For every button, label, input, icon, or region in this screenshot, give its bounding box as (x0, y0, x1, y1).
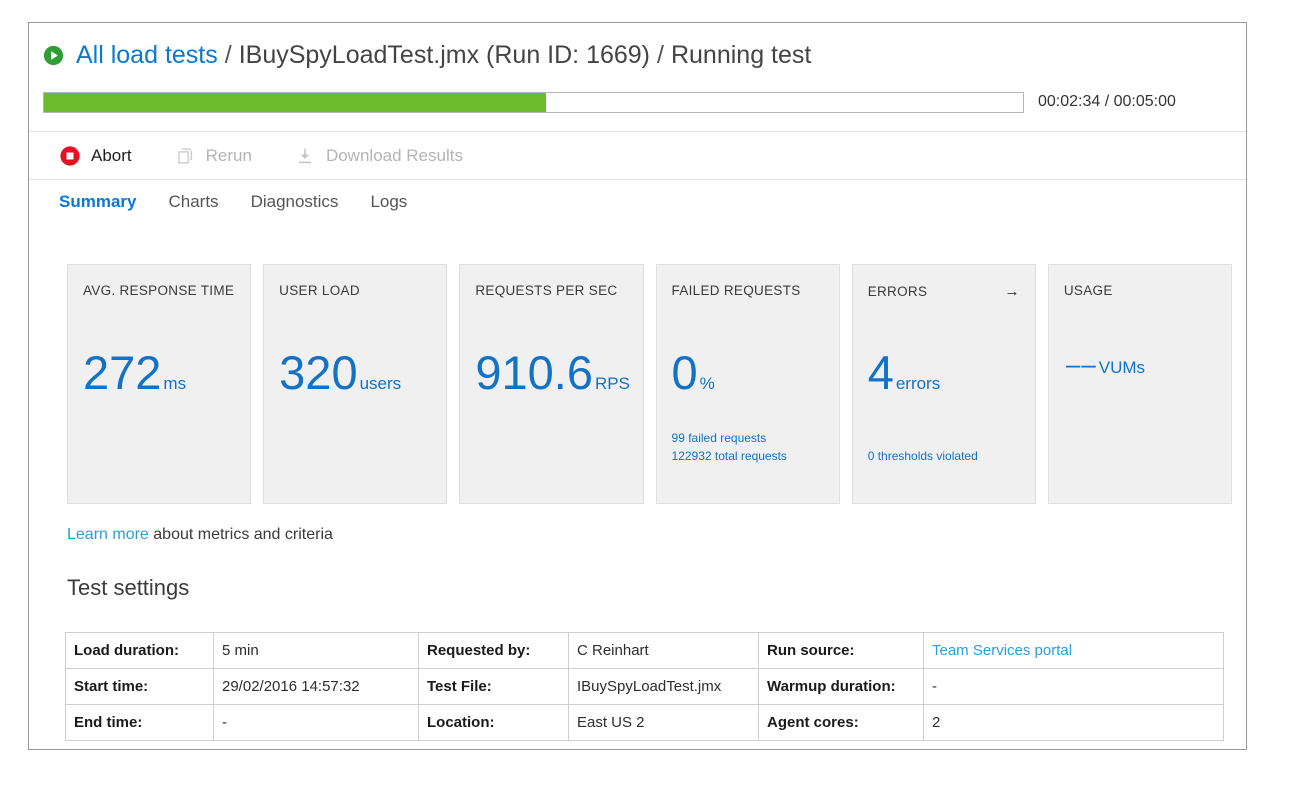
row-label-requested-by: Requested by: (418, 632, 569, 669)
row-label-start-time: Start time: (65, 668, 214, 705)
row-label-run-source: Run source: (758, 632, 924, 669)
metric-value: 0 (671, 346, 698, 399)
metric-unit: VUMs (1098, 358, 1146, 377)
abort-button[interactable]: Abort (59, 145, 132, 167)
metric-card-header: AVG. RESPONSE TIME (83, 283, 235, 298)
metric-card-value-row: 272 ms (83, 349, 186, 396)
breadcrumb-separator-2: / (657, 41, 664, 69)
row-value-load-duration: 5 min (213, 632, 419, 669)
metric-unit: users (359, 374, 402, 393)
row-value-requested-by: C Reinhart (568, 632, 759, 669)
metric-unit: ms (163, 374, 187, 393)
breadcrumb-all-load-tests-link[interactable]: All load tests (76, 41, 218, 70)
metric-card-subtext: 0 thresholds violated (868, 448, 978, 465)
breadcrumb-separator-1: / (224, 41, 232, 69)
download-icon (298, 148, 311, 163)
metric-card-title: REQUESTS PER SEC (475, 283, 618, 298)
total-requests-count: 122932 total requests (671, 448, 787, 463)
metric-card-usage: USAGE –– VUMs (1047, 264, 1233, 504)
rerun-button[interactable]: Rerun (174, 145, 252, 167)
table-row: Load duration: 5 min Requested by: C Rei… (65, 632, 1224, 669)
row-value-warmup-duration: - (923, 668, 1224, 705)
metric-card-title: USER LOAD (279, 283, 360, 298)
progress-row: 00:02:34 / 00:05:00 (43, 89, 1233, 115)
rerun-button-label: Rerun (205, 145, 252, 165)
row-label-test-file: Test File: (418, 668, 569, 705)
metric-card-requests-per-sec: REQUESTS PER SEC 910.6 RPS (459, 264, 644, 504)
metric-card-title: AVG. RESPONSE TIME (83, 283, 235, 298)
metric-card-subtext: 99 failed requests 122932 total requests (672, 430, 787, 465)
row-value-run-source: Team Services portal (923, 632, 1224, 669)
breadcrumb-run-status: Running test (670, 41, 812, 69)
play-circle-icon (43, 45, 64, 66)
copy-icon (178, 147, 192, 164)
metric-card-header: USER LOAD (279, 283, 431, 298)
row-value-start-time: 29/02/2016 14:57:32 (213, 668, 419, 705)
metric-card-user-load: USER LOAD 320 users (263, 264, 448, 504)
download-results-button-label: Download Results (325, 145, 463, 165)
test-settings-heading: Test settings (67, 575, 190, 600)
metric-card-header: FAILED REQUESTS (672, 283, 824, 298)
metric-value: 4 (867, 346, 894, 399)
learn-more-row: Learn more about metrics and criteria (67, 526, 333, 544)
metric-value: 272 (83, 346, 162, 399)
load-test-run-panel: All load tests / IBuySpyLoadTest.jmx (Ru… (28, 22, 1247, 750)
row-label-load-duration: Load duration: (65, 632, 214, 669)
table-row: Start time: 29/02/2016 14:57:32 Test Fil… (65, 668, 1224, 705)
row-value-agent-cores: 2 (923, 704, 1224, 741)
metric-unit: % (699, 374, 715, 393)
metric-unit: errors (895, 374, 941, 393)
learn-more-text: about metrics and criteria (148, 526, 333, 543)
metric-card-value-row: –– VUMs (1064, 349, 1145, 380)
breadcrumb-test-name: IBuySpyLoadTest.jmx (Run ID: 1669) (238, 41, 651, 69)
metric-card-avg-response-time: AVG. RESPONSE TIME 272 ms (67, 264, 252, 504)
tab-diagnostics[interactable]: Diagnostics (251, 192, 339, 212)
elapsed-time-label: 00:02:34 / 00:05:00 (1038, 93, 1176, 110)
metric-card-header: USAGE (1064, 283, 1216, 298)
metric-card-errors: ERRORS → 4 errors 0 thresholds violated (851, 264, 1036, 504)
metric-card-value-row: 320 users (279, 349, 401, 396)
progress-bar-fill (44, 92, 547, 112)
breadcrumb: All load tests / IBuySpyLoadTest.jmx (Ru… (43, 41, 811, 70)
run-source-link[interactable]: Team Services portal (932, 642, 1072, 659)
row-label-end-time: End time: (65, 704, 214, 741)
thresholds-violated-count: 0 thresholds violated (867, 448, 978, 463)
test-settings-table: Load duration: 5 min Requested by: C Rei… (65, 632, 1224, 741)
download-results-button[interactable]: Download Results (294, 145, 463, 167)
metric-unit: RPS (594, 374, 630, 393)
failed-requests-count: 99 failed requests (671, 431, 767, 446)
tab-logs[interactable]: Logs (370, 192, 407, 212)
metric-card-title: FAILED REQUESTS (671, 283, 801, 298)
row-label-location: Location: (418, 704, 569, 741)
command-toolbar: Abort Rerun Download Results (29, 131, 1246, 179)
stop-circle-icon (60, 145, 80, 166)
metric-cards: AVG. RESPONSE TIME 272 ms USER LOAD 320 … (67, 264, 1233, 504)
metric-card-value-row: 4 errors (868, 349, 941, 396)
metric-card-header: ERRORS → (868, 283, 1020, 300)
arrow-right-icon[interactable]: → (1005, 283, 1020, 300)
tab-summary[interactable]: Summary (59, 192, 136, 212)
tab-charts[interactable]: Charts (168, 192, 218, 212)
metric-card-value-row: 0 % (672, 349, 715, 396)
progress-bar-track (43, 91, 1024, 113)
metric-value: –– (1065, 349, 1097, 379)
metric-card-failed-requests: FAILED REQUESTS 0 % 99 failed requests 1… (655, 264, 840, 504)
metric-value: 320 (279, 346, 358, 399)
metric-card-value-row: 910.6 RPS (475, 349, 630, 396)
table-row: End time: - Location: East US 2 Agent co… (65, 704, 1224, 741)
metric-card-title: USAGE (1063, 283, 1113, 298)
tab-bar: Summary Charts Diagnostics Logs (29, 179, 1246, 223)
learn-more-link[interactable]: Learn more (67, 526, 149, 543)
page-header: All load tests / IBuySpyLoadTest.jmx (Ru… (29, 23, 1246, 85)
row-label-agent-cores: Agent cores: (758, 704, 924, 741)
metric-card-title: ERRORS (867, 284, 928, 299)
metric-card-header: REQUESTS PER SEC (475, 283, 627, 298)
row-value-end-time: - (213, 704, 419, 741)
row-value-test-file: IBuySpyLoadTest.jmx (568, 668, 759, 705)
row-value-location: East US 2 (568, 704, 759, 741)
metric-value: 910.6 (475, 346, 593, 399)
row-label-warmup-duration: Warmup duration: (758, 668, 924, 705)
abort-button-label: Abort (91, 145, 132, 165)
